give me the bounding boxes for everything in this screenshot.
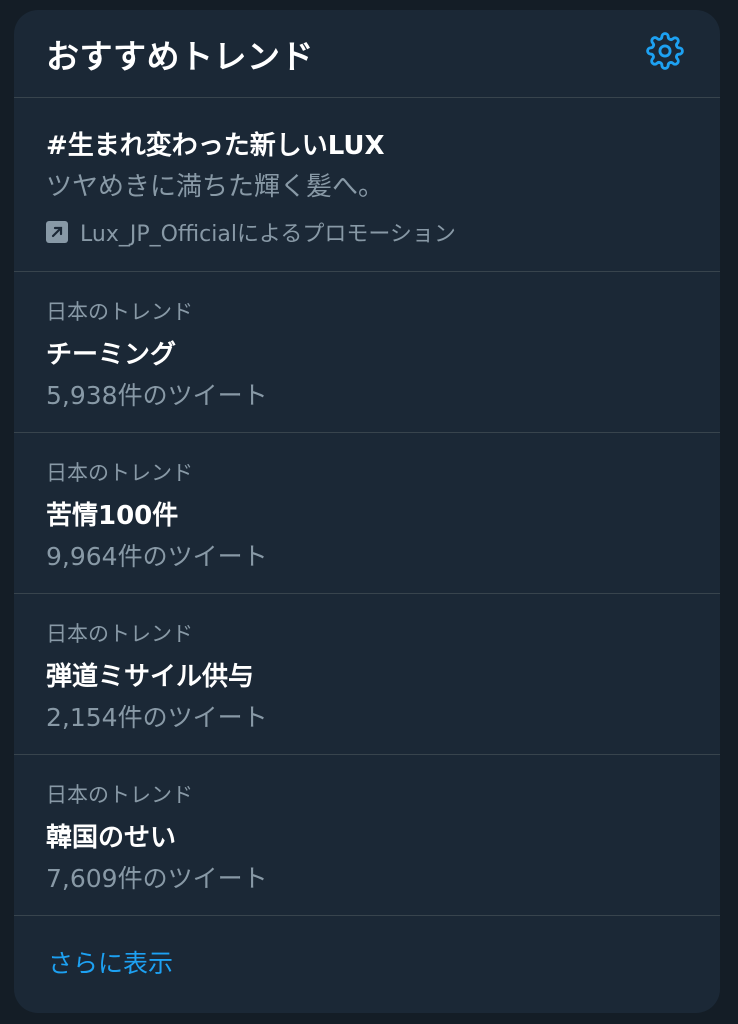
trend-item[interactable]: 日本のトレンド 韓国のせい 7,609件のツイート xyxy=(14,755,720,916)
show-more-link[interactable]: さらに表示 xyxy=(48,944,173,980)
trend-tweet-count: 9,964件のツイート xyxy=(46,542,268,571)
promoted-description: ツヤめきに満ちた輝く髪へ。 xyxy=(46,172,385,202)
trend-context: 日本のトレンド xyxy=(46,622,193,646)
gear-icon xyxy=(646,32,684,74)
trend-context: 日本のトレンド xyxy=(46,461,193,485)
trends-title: おすすめトレンド xyxy=(46,37,314,76)
trend-name[interactable]: 苦情100件 xyxy=(46,495,178,532)
trend-item[interactable]: 日本のトレンド 苦情100件 9,964件のツイート xyxy=(14,433,720,594)
trend-name[interactable]: 韓国のせい xyxy=(46,817,176,854)
settings-button[interactable] xyxy=(644,32,686,74)
promoted-hashtag[interactable]: #生まれ変わった新しいLUX xyxy=(46,125,385,162)
trends-header: おすすめトレンド xyxy=(14,10,720,98)
promoted-trend[interactable]: #生まれ変わった新しいLUX ツヤめきに満ちた輝く髪へ。 Lux_JP_Offi… xyxy=(14,98,720,272)
trend-item[interactable]: 日本のトレンド チーミング 5,938件のツイート xyxy=(14,272,720,433)
trend-name[interactable]: チーミング xyxy=(46,334,176,371)
promoted-by-text: Lux_JP_Officialによるプロモーション xyxy=(80,222,456,247)
promoted-arrow-icon xyxy=(46,221,68,243)
trend-context: 日本のトレンド xyxy=(46,300,193,324)
trend-name[interactable]: 弾道ミサイル供与 xyxy=(46,656,254,693)
trend-tweet-count: 2,154件のツイート xyxy=(46,703,268,732)
trend-tweet-count: 5,938件のツイート xyxy=(46,381,268,410)
trend-tweet-count: 7,609件のツイート xyxy=(46,864,268,893)
promoted-label: Lux_JP_Officialによるプロモーション xyxy=(46,216,456,248)
trend-item[interactable]: 日本のトレンド 弾道ミサイル供与 2,154件のツイート xyxy=(14,594,720,755)
trend-context: 日本のトレンド xyxy=(46,783,193,807)
trends-panel: おすすめトレンド #生まれ変わった新しいLUX ツヤめきに満ちた輝く髪へ。 Lu… xyxy=(14,10,720,1013)
